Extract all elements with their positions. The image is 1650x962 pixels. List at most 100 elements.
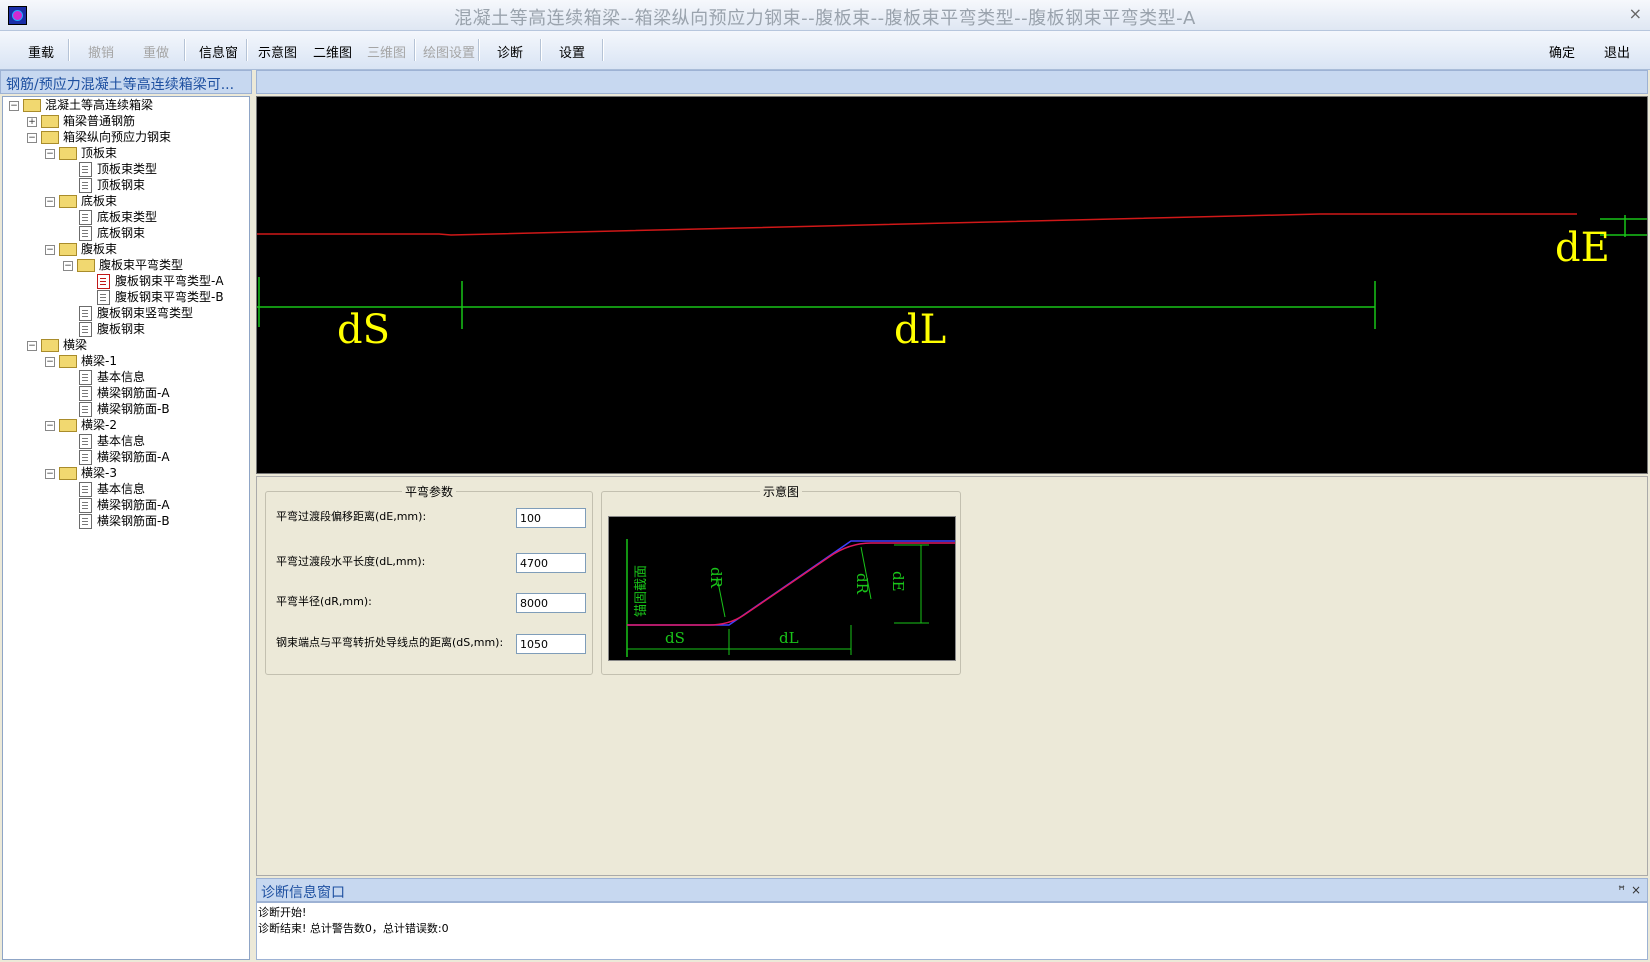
tree-label: 横梁钢筋面-A	[97, 450, 170, 464]
exit-button[interactable]: 退出	[1604, 42, 1630, 61]
tree-label: 腹板钢束	[97, 322, 146, 336]
view-3d-button[interactable]: 三维图	[367, 42, 406, 61]
tree-node-top-slab-tendon[interactable]: 顶板钢束	[79, 177, 145, 193]
schematic-button[interactable]: 示意图	[258, 42, 297, 61]
de-input[interactable]	[516, 508, 586, 528]
document-icon	[79, 226, 92, 241]
diagnostics-header: 诊断信息窗口 ꟸ ×	[256, 878, 1648, 902]
tree-collapse-toggle[interactable]: −	[27, 341, 37, 351]
drawing-area-header	[256, 70, 1648, 94]
tree-node-cb1-b[interactable]: 横梁钢筋面-B	[79, 401, 170, 417]
tree-collapse-toggle[interactable]: −	[45, 245, 55, 255]
tree-collapse-toggle[interactable]: −	[45, 357, 55, 367]
tree-node-cb2-a[interactable]: 横梁钢筋面-A	[79, 449, 170, 465]
tree-label: 横梁钢筋面-A	[97, 498, 170, 512]
folder-open-icon	[59, 243, 77, 256]
group-title-wrap: 示意图	[602, 483, 960, 500]
tree-node-cb1-info[interactable]: 基本信息	[79, 369, 145, 385]
toolbar-separator	[602, 39, 604, 61]
ds-field-label: 钢束端点与平弯转折处导线点的距离(dS,mm):	[276, 636, 504, 649]
tree-collapse-toggle[interactable]: −	[45, 421, 55, 431]
drawing-canvas[interactable]: dS dL dE	[256, 96, 1648, 474]
window-close-button[interactable]: ×	[1629, 4, 1642, 23]
tree-node-cb1[interactable]: 横梁-1	[59, 353, 117, 369]
tree-node-cb3[interactable]: 横梁-3	[59, 465, 117, 481]
dl-label: dL	[894, 307, 946, 353]
settings-button[interactable]: 设置	[559, 42, 585, 61]
draw-settings-button[interactable]: 绘图设置	[423, 42, 475, 61]
tree-node-web-h-bend-b[interactable]: 腹板钢束平弯类型-B	[97, 289, 224, 305]
tree-node-cb3-a[interactable]: 横梁钢筋面-A	[79, 497, 170, 513]
diagnostics-title: 诊断信息窗口	[261, 885, 345, 901]
tree-node-cb3-b[interactable]: 横梁钢筋面-B	[79, 513, 170, 529]
folder-open-icon	[23, 99, 41, 112]
tree-node-top-slab-type[interactable]: 顶板束类型	[79, 161, 157, 177]
info-window-button[interactable]: 信息窗	[199, 42, 238, 61]
dr-label-left: dR	[707, 567, 725, 589]
de-schematic-label: dE	[889, 571, 907, 592]
tree-label: 横梁-2	[81, 418, 117, 432]
tree-node-ordinary-rebar[interactable]: 箱梁普通钢筋	[41, 113, 135, 129]
document-icon	[79, 402, 92, 417]
tree-node-longitudinal-tendon[interactable]: 箱梁纵向预应力钢束	[41, 129, 171, 145]
reload-button[interactable]: 重载	[28, 42, 54, 61]
tree-node-cb2[interactable]: 横梁-2	[59, 417, 117, 433]
tree-node-bottom-slab-type[interactable]: 底板束类型	[79, 209, 157, 225]
toolbar-separator	[184, 39, 186, 61]
tree-node-cb1-a[interactable]: 横梁钢筋面-A	[79, 385, 170, 401]
dl-schematic-label: dL	[779, 629, 799, 647]
tree-collapse-toggle[interactable]: −	[45, 469, 55, 479]
document-icon	[79, 450, 92, 465]
tree-node-crossbeams[interactable]: 横梁	[41, 337, 87, 353]
tree-node-root[interactable]: 混凝土等高连续箱梁	[23, 97, 153, 113]
tree-node-web-h-bend-type[interactable]: 腹板束平弯类型	[77, 257, 183, 273]
ok-button[interactable]: 确定	[1549, 42, 1575, 61]
tree-node-cb3-info[interactable]: 基本信息	[79, 481, 145, 497]
document-icon	[79, 370, 92, 385]
tree-label: 基本信息	[97, 434, 146, 448]
tree-label: 底板钢束	[97, 226, 146, 240]
tree-label: 横梁钢筋面-B	[97, 402, 170, 416]
diagnose-button[interactable]: 诊断	[497, 42, 523, 61]
tree-label: 箱梁普通钢筋	[63, 114, 136, 128]
diagnostics-line: 诊断结束! 总计警告数0，总计错误数:0	[258, 922, 449, 935]
folder-icon	[41, 115, 59, 128]
tendon-line	[257, 213, 1577, 236]
tree-node-web-tendon[interactable]: 腹板钢束	[79, 321, 145, 337]
schematic-image: 锚固截面 dR dR dE dS dL	[608, 516, 956, 661]
undo-button[interactable]: 撤销	[88, 42, 114, 61]
de-label: dE	[1555, 225, 1610, 271]
tree-node-web-v-bend-type[interactable]: 腹板钢束竖弯类型	[79, 305, 193, 321]
folder-open-icon	[59, 467, 77, 480]
redo-button[interactable]: 重做	[143, 42, 169, 61]
tree-collapse-toggle[interactable]: −	[63, 261, 73, 271]
view-2d-button[interactable]: 二维图	[313, 42, 352, 61]
tree-node-cb2-info[interactable]: 基本信息	[79, 433, 145, 449]
window-title: 混凝土等高连续箱梁--箱梁纵向预应力钢束--腹板束--腹板束平弯类型--腹板钢束…	[454, 8, 1196, 29]
tree-node-web[interactable]: 腹板束	[59, 241, 117, 257]
tree-node-web-h-bend-a[interactable]: 腹板钢束平弯类型-A	[97, 273, 224, 289]
tree-node-bottom-slab[interactable]: 底板束	[59, 193, 117, 209]
tree-expand-toggle[interactable]: +	[27, 117, 37, 127]
pin-icon[interactable]: ꟸ	[1618, 883, 1625, 897]
folder-open-icon	[77, 259, 95, 272]
bend-params-group: 平弯参数 平弯过渡段偏移距离(dE,mm): 平弯过渡段水平长度(dL,mm):…	[265, 485, 593, 675]
diagnostics-close-button[interactable]: ×	[1631, 883, 1641, 897]
tree-collapse-toggle[interactable]: −	[9, 101, 19, 111]
schematic-drawing: 锚固截面 dR dR dE dS dL	[626, 539, 955, 657]
folder-open-icon	[59, 147, 77, 160]
left-panel-header: 钢筋/预应力混凝土等高连续箱梁可...	[0, 70, 252, 94]
anchor-section-label: 锚固截面	[634, 565, 649, 617]
dr-input[interactable]	[516, 593, 586, 613]
tree-collapse-toggle[interactable]: −	[45, 149, 55, 159]
tree-label: 底板束类型	[97, 210, 158, 224]
tree-label: 腹板钢束平弯类型-B	[115, 290, 224, 304]
tree-node-bottom-slab-tendon[interactable]: 底板钢束	[79, 225, 145, 241]
ds-input[interactable]	[516, 634, 586, 654]
dl-input[interactable]	[516, 553, 586, 573]
tree-collapse-toggle[interactable]: −	[45, 197, 55, 207]
tree-collapse-toggle[interactable]: −	[27, 133, 37, 143]
toolbar-separator	[540, 39, 542, 61]
document-icon	[79, 434, 92, 449]
tree-node-top-slab[interactable]: 顶板束	[59, 145, 117, 161]
